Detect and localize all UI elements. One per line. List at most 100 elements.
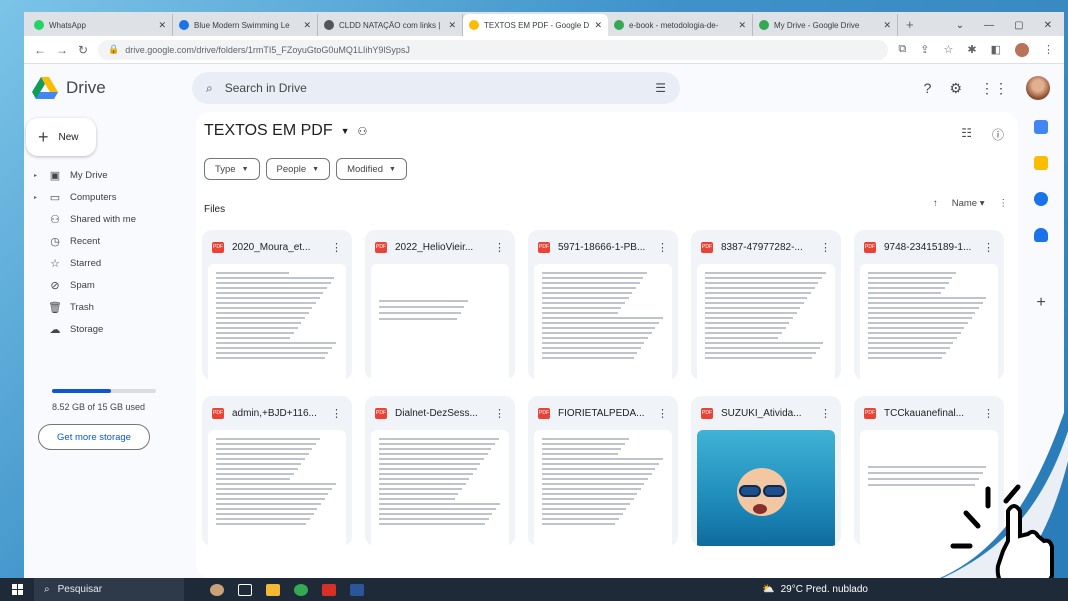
get-more-storage-button[interactable]: Get more storage — [38, 424, 150, 450]
contacts-icon[interactable] — [1034, 228, 1048, 242]
close-window-button[interactable]: ✕ — [1044, 20, 1052, 31]
file-card[interactable]: PDF TCCkauanefinal... ⋮ — [854, 396, 1004, 546]
address-bar[interactable]: 🔒 drive.google.com/drive/folders/1rmTI5_… — [98, 39, 889, 60]
apps-grid-icon[interactable]: ⋮⋮ — [980, 80, 1008, 97]
close-tab-icon[interactable]: ✕ — [738, 20, 746, 31]
task-view-icon[interactable] — [238, 583, 252, 596]
sidebar-item[interactable]: ▸ ▣ My Drive — [30, 164, 190, 186]
tab-search-icon[interactable]: ⌄ — [956, 20, 964, 31]
file-more-actions-icon[interactable]: ⋮ — [820, 407, 831, 420]
sidebar-item[interactable]: ⊘ Spam — [30, 274, 190, 296]
reload-button[interactable]: ↻ — [78, 43, 88, 57]
file-card[interactable]: PDF 2020_Moura_et... ⋮ — [202, 230, 352, 380]
file-more-actions-icon[interactable]: ⋮ — [983, 241, 994, 254]
filter-chip[interactable]: People ▼ — [265, 158, 331, 180]
file-explorer-icon[interactable] — [266, 583, 280, 596]
close-tab-icon[interactable]: ✕ — [883, 20, 891, 31]
list-view-icon[interactable]: ☷ — [961, 126, 972, 143]
expand-caret-icon[interactable]: ▸ — [34, 194, 40, 201]
file-more-actions-icon[interactable]: ⋮ — [820, 241, 831, 254]
sidebar-item[interactable]: 🗑 Trash — [30, 296, 190, 318]
new-tab-button[interactable]: + — [898, 14, 922, 36]
keep-icon[interactable] — [1034, 156, 1048, 170]
file-more-actions-icon[interactable]: ⋮ — [494, 241, 505, 254]
file-card[interactable]: PDF 8387-47977282-... ⋮ — [691, 230, 841, 380]
tasks-icon[interactable] — [1034, 192, 1048, 206]
file-more-actions-icon[interactable]: ⋮ — [494, 407, 505, 420]
file-card[interactable]: PDF 9748-23415189-1... ⋮ — [854, 230, 1004, 380]
more-menu-icon[interactable]: ⋮ — [1043, 43, 1054, 56]
sort-label: Name — [951, 198, 978, 209]
share-icon[interactable]: ⇪ — [920, 43, 929, 56]
sort-more-icon[interactable]: ⋮ — [999, 198, 1009, 209]
screenshot-icon[interactable]: ⧉ — [898, 43, 906, 56]
sidebar-item[interactable]: ⚇ Shared with me — [30, 208, 190, 230]
file-grid: PDF 2020_Moura_et... ⋮ PDF 2022_HelioVieir..… — [202, 230, 1004, 546]
search-icon[interactable]: ⌕ — [206, 81, 213, 96]
taskbar-search[interactable]: ⌕ Pesquisar — [34, 578, 184, 601]
maximize-button[interactable]: ▢ — [1014, 20, 1023, 31]
details-info-icon[interactable]: ⓘ — [992, 126, 1004, 143]
chevron-down-icon[interactable]: ▼ — [341, 126, 350, 136]
forward-button[interactable]: → — [56, 43, 68, 57]
close-tab-icon[interactable]: ✕ — [158, 20, 166, 31]
word-icon[interactable] — [350, 583, 364, 596]
acrobat-icon[interactable] — [322, 583, 336, 596]
new-button[interactable]: + New — [26, 118, 96, 156]
file-more-actions-icon[interactable]: ⋮ — [331, 241, 342, 254]
browser-tab[interactable]: Blue Modern Swimming Le ✕ — [173, 14, 318, 36]
profile-avatar[interactable] — [1015, 42, 1029, 57]
filter-chip[interactable]: Modified ▼ — [336, 158, 407, 180]
calendar-icon[interactable] — [1034, 120, 1048, 134]
browser-tab[interactable]: e-book - metodologia-de- ✕ — [608, 14, 753, 36]
chevron-down-icon: ▼ — [389, 165, 396, 173]
browser-tab[interactable]: WhatsApp ✕ — [28, 14, 173, 36]
goggle-left — [739, 485, 761, 497]
file-more-actions-icon[interactable]: ⋮ — [331, 407, 342, 420]
back-button[interactable]: ← — [34, 43, 46, 57]
account-avatar[interactable] — [1026, 76, 1050, 100]
file-card[interactable]: PDF Dialnet-DezSess... ⋮ — [365, 396, 515, 546]
weather-widget[interactable]: ⛅ 29°C Pred. nublado — [762, 584, 868, 595]
expand-caret-icon[interactable]: ▸ — [34, 172, 40, 179]
browser-tab[interactable]: CLDD NATAÇÃO com links | ✕ — [318, 14, 463, 36]
settings-gear-icon[interactable]: ⚙ — [949, 80, 962, 97]
widgets-icon[interactable] — [210, 583, 224, 596]
file-more-actions-icon[interactable]: ⋮ — [657, 241, 668, 254]
file-card[interactable]: PDF SUZUKI_Ativida... ⋮ — [691, 396, 841, 546]
file-card[interactable]: PDF FIORIETALPEDA... ⋮ — [528, 396, 678, 546]
file-card[interactable]: PDF admin,+BJD+116... ⋮ — [202, 396, 352, 546]
sidebar-item[interactable]: ☆ Starred — [30, 252, 190, 274]
close-tab-icon[interactable]: ✕ — [303, 20, 311, 31]
file-card[interactable]: PDF 2022_HelioVieir... ⋮ — [365, 230, 515, 380]
file-card-header: PDF 9748-23415189-1... ⋮ — [860, 236, 998, 258]
file-more-actions-icon[interactable]: ⋮ — [983, 407, 994, 420]
extensions-icon[interactable]: ✱ — [967, 43, 976, 56]
start-button[interactable] — [0, 584, 34, 595]
chrome-icon[interactable] — [294, 583, 308, 596]
help-icon[interactable]: ? — [924, 80, 932, 96]
cloud-weather-icon: ⛅ — [762, 584, 775, 595]
sort-by-name-button[interactable]: Name ▾ — [952, 198, 985, 209]
browser-tab[interactable]: TEXTOS EM PDF - Google D ✕ — [463, 14, 608, 36]
sidebar-item[interactable]: ◷ Recent — [30, 230, 190, 252]
bookmark-star-icon[interactable]: ☆ — [944, 43, 954, 56]
sidebar-item[interactable]: ☁ Storage — [30, 318, 190, 340]
search-bar[interactable]: ⌕ Search in Drive ☰ — [192, 72, 680, 104]
search-options-icon[interactable]: ☰ — [655, 81, 666, 95]
sort-direction-icon[interactable]: ↑ — [933, 198, 938, 209]
file-card[interactable]: PDF 5971-18666-1-PB... ⋮ — [528, 230, 678, 380]
close-tab-icon[interactable]: ✕ — [594, 20, 602, 31]
drive-logo[interactable]: Drive — [32, 77, 192, 99]
sidebar-item[interactable]: ▸ ▭ Computers — [30, 186, 190, 208]
add-addon-icon[interactable]: + — [1036, 294, 1045, 312]
document-preview-lines — [216, 272, 338, 362]
folder-title[interactable]: TEXTOS EM PDF ▼ ⚇ — [204, 122, 367, 140]
minimize-button[interactable]: — — [984, 20, 994, 31]
browser-tab[interactable]: My Drive - Google Drive ✕ — [753, 14, 898, 36]
close-tab-icon[interactable]: ✕ — [448, 20, 456, 31]
file-more-actions-icon[interactable]: ⋮ — [657, 407, 668, 420]
search-input[interactable]: Search in Drive — [225, 81, 644, 95]
filter-chip[interactable]: Type ▼ — [204, 158, 260, 180]
sidepanel-icon[interactable]: ◧ — [991, 43, 1001, 56]
